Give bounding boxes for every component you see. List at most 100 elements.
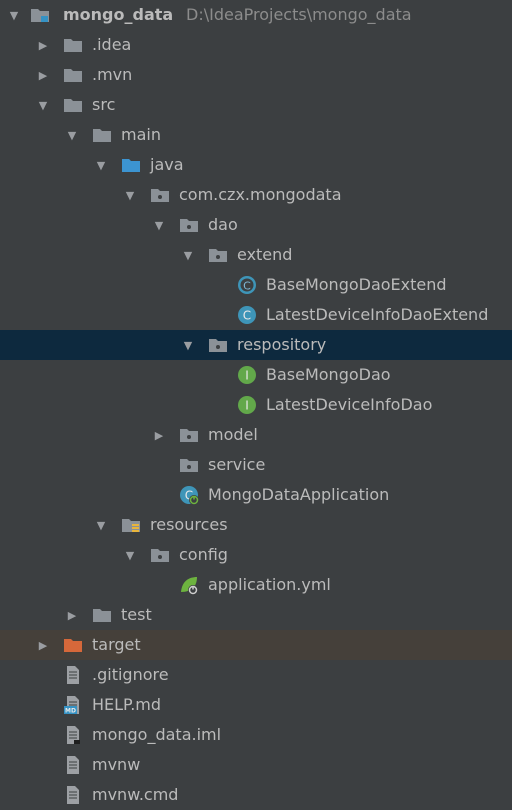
tree-item-label: java — [150, 155, 184, 174]
collapse-arrow-icon[interactable]: ▼ — [180, 240, 196, 270]
expand-arrow-icon[interactable]: ▶ — [151, 420, 167, 450]
folder-icon — [92, 127, 112, 143]
tree-row-src[interactable]: ▼ src — [0, 90, 512, 120]
svg-text:C: C — [243, 309, 251, 323]
package-icon — [150, 547, 170, 563]
collapse-arrow-icon[interactable]: ▼ — [180, 330, 196, 360]
text-file-icon — [63, 666, 83, 684]
tree-row-gitignore[interactable]: .gitignore — [0, 660, 512, 690]
tree-item-label: com.czx.mongodata — [179, 185, 342, 204]
package-icon — [208, 337, 228, 353]
spring-boot-class-icon: C — [179, 486, 199, 505]
project-path: D:\IdeaProjects\mongo_data — [186, 5, 412, 24]
tree-item-label: mvnw.cmd — [92, 785, 179, 804]
tree-row-mongodataapplication[interactable]: C MongoDataApplication — [0, 480, 512, 510]
collapse-arrow-icon[interactable]: ▼ — [122, 180, 138, 210]
tree-item-label: LatestDeviceInfoDaoExtend — [266, 305, 489, 324]
tree-item-label: extend — [237, 245, 293, 264]
interface-icon: I — [237, 366, 257, 384]
package-icon — [150, 187, 170, 203]
project-tree[interactable]: ▼ mongo_data D:\IdeaProjects\mongo_data ▶ .i… — [0, 0, 512, 804]
tree-item-label: .mvn — [92, 65, 133, 84]
tree-row-model[interactable]: ▶ model — [0, 420, 512, 450]
tree-item-label: config — [179, 545, 228, 564]
tree-row-mongo-data[interactable]: ▼ mongo_data D:\IdeaProjects\mongo_data — [0, 0, 512, 30]
text-file-icon — [63, 786, 83, 804]
tree-row-dao[interactable]: ▼ dao — [0, 210, 512, 240]
tree-item-label: service — [208, 455, 266, 474]
tree-row-extend[interactable]: ▼ extend — [0, 240, 512, 270]
tree-item-label: mongo_data.iml — [92, 725, 222, 744]
tree-item-label: HELP.md — [92, 695, 162, 714]
tree-row-test[interactable]: ▶ test — [0, 600, 512, 630]
source-folder-icon — [121, 157, 141, 173]
markdown-file-icon: MD — [63, 696, 83, 715]
expand-arrow-icon[interactable]: ▶ — [64, 600, 80, 630]
tree-row-main[interactable]: ▼ main — [0, 120, 512, 150]
tree-item-label: mongo_data — [63, 5, 174, 24]
tree-row-latestdeviceinfodao[interactable]: I LatestDeviceInfoDao — [0, 390, 512, 420]
collapse-arrow-icon[interactable]: ▼ — [35, 90, 51, 120]
tree-item-label: src — [92, 95, 116, 114]
tree-item-label: dao — [208, 215, 238, 234]
svg-text:I: I — [245, 369, 249, 383]
tree-row-mvnw-cmd[interactable]: mvnw.cmd — [0, 780, 512, 810]
tree-row-help-md[interactable]: MD HELP.md — [0, 690, 512, 720]
tree-item-label: resources — [150, 515, 228, 534]
collapse-arrow-icon[interactable]: ▼ — [64, 120, 80, 150]
svg-text:C: C — [243, 280, 251, 293]
package-icon — [179, 457, 199, 473]
tree-item-label: LatestDeviceInfoDao — [266, 395, 433, 414]
abstract-class-icon: C — [237, 276, 257, 294]
tree-row-java[interactable]: ▼ java — [0, 150, 512, 180]
package-icon — [179, 217, 199, 233]
tree-row-idea[interactable]: ▶ .idea — [0, 30, 512, 60]
tree-item-label: mvnw — [92, 755, 141, 774]
folder-icon — [92, 607, 112, 623]
tree-row-resources[interactable]: ▼ resources — [0, 510, 512, 540]
tree-item-label: target — [92, 635, 141, 654]
folder-icon — [63, 97, 83, 113]
tree-row-target[interactable]: ▶ target — [0, 630, 512, 660]
tree-row-config[interactable]: ▼ config — [0, 540, 512, 570]
tree-item-label: MongoDataApplication — [208, 485, 390, 504]
tree-row-mvnw[interactable]: mvnw — [0, 750, 512, 780]
tree-item-label: BaseMongoDaoExtend — [266, 275, 447, 294]
interface-icon: I — [237, 396, 257, 414]
module-folder-icon — [30, 7, 50, 23]
collapse-arrow-icon[interactable]: ▼ — [93, 510, 109, 540]
excluded-folder-icon — [63, 637, 83, 653]
tree-row-service[interactable]: service — [0, 450, 512, 480]
tree-item-label: respository — [237, 335, 327, 354]
iml-file-icon — [63, 726, 83, 744]
expand-arrow-icon[interactable]: ▶ — [35, 630, 51, 660]
package-icon — [179, 427, 199, 443]
expand-arrow-icon[interactable]: ▶ — [35, 60, 51, 90]
text-file-icon — [63, 756, 83, 774]
spring-config-icon — [179, 577, 199, 595]
tree-row-com-czx-mongodata[interactable]: ▼ com.czx.mongodata — [0, 180, 512, 210]
resources-folder-icon — [121, 517, 141, 533]
tree-item-label: model — [208, 425, 258, 444]
tree-item-label: BaseMongoDao — [266, 365, 391, 384]
tree-row-latestdeviceinfodaoextend[interactable]: C LatestDeviceInfoDaoExtend — [0, 300, 512, 330]
tree-row-respository[interactable]: ▼ respository — [0, 330, 512, 360]
collapse-arrow-icon[interactable]: ▼ — [6, 0, 22, 30]
tree-item-label: main — [121, 125, 161, 144]
folder-icon — [63, 67, 83, 83]
tree-item-label: .idea — [92, 35, 132, 54]
collapse-arrow-icon[interactable]: ▼ — [93, 150, 109, 180]
collapse-arrow-icon[interactable]: ▼ — [151, 210, 167, 240]
tree-row-mongo-data-iml[interactable]: mongo_data.iml — [0, 720, 512, 750]
class-icon: C — [237, 306, 257, 324]
package-icon — [208, 247, 228, 263]
tree-row-basemongodao[interactable]: I BaseMongoDao — [0, 360, 512, 390]
folder-icon — [63, 37, 83, 53]
tree-row-basemongodaoextend[interactable]: C BaseMongoDaoExtend — [0, 270, 512, 300]
expand-arrow-icon[interactable]: ▶ — [35, 30, 51, 60]
svg-text:MD: MD — [65, 708, 76, 715]
tree-row-application-yml[interactable]: application.yml — [0, 570, 512, 600]
svg-text:I: I — [245, 399, 249, 413]
collapse-arrow-icon[interactable]: ▼ — [122, 540, 138, 570]
tree-row-mvn[interactable]: ▶ .mvn — [0, 60, 512, 90]
